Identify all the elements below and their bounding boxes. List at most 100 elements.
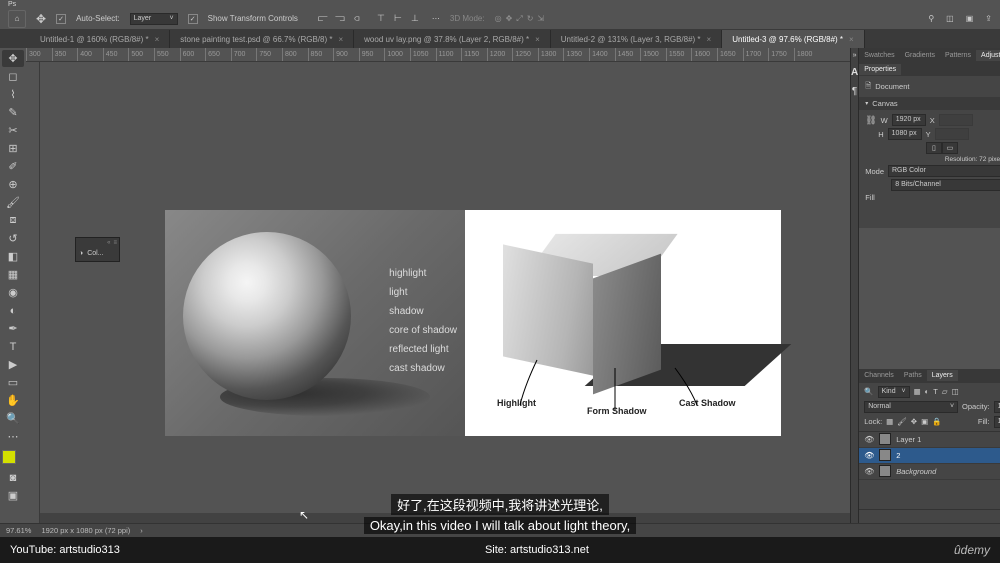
color-mode-dropdown[interactable]: RGB Color˅ <box>888 165 1000 177</box>
align-center-h-icon[interactable]: ⫎ <box>333 12 347 26</box>
orbit-3d-icon[interactable]: ◎ <box>495 14 502 24</box>
rotate-3d-icon[interactable]: ↻ <box>527 14 534 24</box>
frame-tool[interactable]: ⊞ <box>2 140 24 157</box>
show-transform-checkbox[interactable]: ✓ <box>188 14 198 24</box>
height-field[interactable]: 1080 px <box>888 128 922 140</box>
lasso-tool[interactable]: ⌇ <box>2 86 24 103</box>
visibility-icon[interactable]: 👁 <box>864 451 874 460</box>
layer-name[interactable]: Layer 1 <box>896 435 921 444</box>
collapse-icon[interactable]: « <box>107 240 110 248</box>
blend-mode-dropdown[interactable]: Normal˅ <box>864 401 958 413</box>
tab-doc-2[interactable]: stone painting test.psd @ 66.7% (RGB/8) … <box>170 30 354 48</box>
tab-patterns[interactable]: Patterns <box>940 50 976 61</box>
dodge-tool[interactable]: ◐ <box>2 302 24 319</box>
link-wh-icon[interactable]: ⛓ <box>865 115 876 126</box>
blur-tool[interactable]: ◉ <box>2 284 24 301</box>
filter-type-icon[interactable]: T <box>933 387 938 396</box>
crop-tool[interactable]: ✂ <box>2 122 24 139</box>
visibility-icon[interactable]: 👁 <box>864 467 874 476</box>
edit-toolbar-icon[interactable]: ⋯ <box>2 428 24 445</box>
auto-select-checkbox[interactable]: ✓ <box>56 14 66 24</box>
width-field[interactable]: 1920 px <box>892 114 926 126</box>
chevron-right-icon[interactable]: › <box>140 526 143 535</box>
lock-position-icon[interactable]: ✥ <box>911 417 917 426</box>
tab-doc-4[interactable]: Untitled-2 @ 131% (Layer 3, RGB/8#) *× <box>551 30 722 48</box>
zoom-3d-icon[interactable]: ⤢ <box>516 14 522 24</box>
workspace-icon[interactable]: ▣ <box>966 14 974 23</box>
align-top-icon[interactable]: ⊤ <box>374 12 388 26</box>
lock-transparency-icon[interactable]: ▦ <box>886 417 893 426</box>
path-select-tool[interactable]: ▶ <box>2 356 24 373</box>
align-left-icon[interactable]: ⫍ <box>316 12 330 26</box>
tab-layers[interactable]: Layers <box>927 370 958 381</box>
x-field[interactable] <box>939 114 973 126</box>
quick-mask-icon[interactable]: ◙ <box>2 469 24 486</box>
zoom-tool[interactable]: 🔍 <box>2 410 24 427</box>
ruler-vertical[interactable] <box>26 62 40 523</box>
share-icon[interactable]: ⇪ <box>985 14 992 23</box>
tab-adjustments[interactable]: Adjustments <box>976 50 1000 61</box>
align-right-icon[interactable]: ⫏ <box>350 12 364 26</box>
shape-tool[interactable]: ▭ <box>2 374 24 391</box>
zoom-level[interactable]: 97.61% <box>6 526 31 535</box>
visibility-icon[interactable]: 👁 <box>864 435 874 444</box>
cloud-docs-icon[interactable]: ◫ <box>946 14 954 23</box>
more-align-icon[interactable]: ⋯ <box>432 14 440 23</box>
pan-3d-icon[interactable]: ✥ <box>506 14 513 24</box>
tab-paths[interactable]: Paths <box>899 370 927 381</box>
color-swatches[interactable] <box>2 446 24 468</box>
artboard[interactable]: highlight light shadow core of shadow re… <box>165 210 781 436</box>
tab-gradients[interactable]: Gradients <box>900 50 940 61</box>
history-brush-tool[interactable]: ↺ <box>2 230 24 247</box>
layer-item[interactable]: 👁2 <box>859 448 1000 464</box>
paragraph-panel-icon[interactable]: ¶ <box>852 86 857 97</box>
brush-tool[interactable]: 🖌 <box>2 194 24 211</box>
close-icon[interactable]: × <box>707 35 712 44</box>
collapse-toggle-icon[interactable]: » <box>853 52 857 59</box>
screen-mode-icon[interactable]: ▣ <box>2 487 24 504</box>
layer-name[interactable]: 2 <box>896 451 900 460</box>
tab-channels[interactable]: Channels <box>859 370 899 381</box>
layer-thumbnail[interactable] <box>879 449 891 461</box>
foreground-color[interactable] <box>2 450 16 464</box>
tab-doc-3[interactable]: wood uv lay.png @ 37.8% (Layer 2, RGB/8#… <box>354 30 551 48</box>
doc-info[interactable]: 1920 px x 1080 px (72 ppi) <box>41 526 130 535</box>
align-center-v-icon[interactable]: ⊢ <box>391 12 405 26</box>
align-bottom-icon[interactable]: ⊥ <box>408 12 422 26</box>
tab-swatches[interactable]: Swatches <box>859 50 899 61</box>
type-tool[interactable]: T <box>2 338 24 355</box>
home-button[interactable]: ⌂ <box>8 10 26 28</box>
color-mini-panel[interactable]: «≡ ◑Col... <box>75 237 120 262</box>
filter-kind-dropdown[interactable]: Kind˅ <box>878 386 910 398</box>
quick-select-tool[interactable]: ✎ <box>2 104 24 121</box>
marquee-tool[interactable]: ◻ <box>2 68 24 85</box>
move-tool[interactable]: ✥ <box>2 50 24 67</box>
bit-depth-dropdown[interactable]: 8 Bits/Channel˅ <box>891 179 1000 191</box>
layer-item[interactable]: 👁 Layer 1 <box>859 432 1000 448</box>
healing-tool[interactable]: ⊕ <box>2 176 24 193</box>
eyedropper-tool[interactable]: ✐ <box>2 158 24 175</box>
close-icon[interactable]: × <box>849 35 854 44</box>
layer-thumbnail[interactable] <box>879 433 891 445</box>
auto-select-dropdown[interactable]: Layer˅ <box>130 13 178 25</box>
ruler-horizontal[interactable]: 3003504004505005506006507007508008509009… <box>26 48 850 62</box>
gradient-tool[interactable]: ▦ <box>2 266 24 283</box>
layer-thumbnail[interactable] <box>879 465 891 477</box>
filter-smart-icon[interactable]: ◫ <box>952 387 959 396</box>
y-field[interactable] <box>935 128 969 140</box>
filter-adjust-icon[interactable]: ◐ <box>925 387 930 396</box>
clone-tool[interactable]: ⧈ <box>2 212 24 229</box>
eraser-tool[interactable]: ◧ <box>2 248 24 265</box>
canvas-section-header[interactable]: ▾Canvas <box>859 97 1000 110</box>
panel-menu-icon[interactable]: ≡ <box>113 240 117 248</box>
orientation-landscape[interactable]: ▭ <box>942 142 958 154</box>
pen-tool[interactable]: ✒ <box>2 320 24 337</box>
scale-3d-icon[interactable]: ⇲ <box>537 14 544 24</box>
tab-doc-1[interactable]: Untitled-1 @ 160% (RGB/8#) *× <box>30 30 170 48</box>
tab-properties[interactable]: Properties <box>859 64 901 75</box>
filter-pixel-icon[interactable]: ▦ <box>914 387 921 396</box>
tab-doc-5[interactable]: Untitled-3 @ 97.6% (RGB/8#) *× <box>722 30 865 48</box>
filter-kind-icon[interactable]: 🔍 <box>864 387 873 396</box>
hand-tool[interactable]: ✋ <box>2 392 24 409</box>
lock-pixels-icon[interactable]: 🖌 <box>897 417 907 426</box>
